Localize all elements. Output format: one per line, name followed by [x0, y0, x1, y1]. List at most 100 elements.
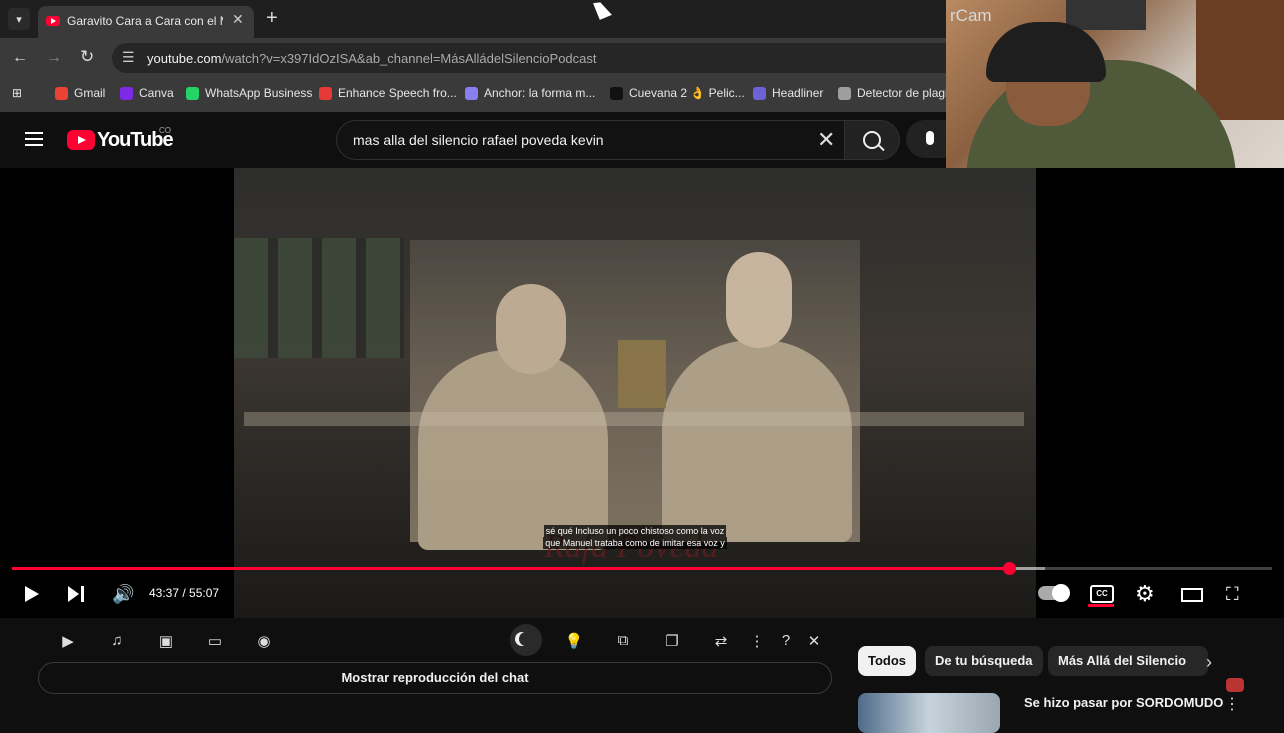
tab-close-icon[interactable]: ✕	[232, 11, 244, 28]
recommendation-title[interactable]: Se hizo pasar por SORDOMUDO	[1024, 695, 1223, 710]
bookmark-3[interactable]: Enhance Speech fro...	[319, 86, 457, 100]
search-query: mas alla del silencio rafael poveda kevi…	[353, 132, 604, 148]
bookmark-label: Headliner	[772, 86, 824, 100]
webcam-label: rCam	[950, 6, 992, 25]
bookmark-label: Gmail	[74, 86, 106, 100]
new-tab-button[interactable]: +	[266, 7, 278, 30]
bookmark-label: Canva	[139, 86, 174, 100]
search-icon	[863, 131, 881, 149]
music-icon[interactable]: ♫	[106, 632, 128, 649]
bookmark-label: Enhance Speech fro...	[338, 86, 457, 100]
chip-mas-alla-del-silencio[interactable]: Más Allá del Silencio	[1048, 646, 1208, 676]
next-video-icon[interactable]	[68, 586, 84, 602]
volume-icon[interactable]: 🔊	[112, 584, 134, 605]
search-button[interactable]	[844, 120, 900, 160]
time-display: 43:37 / 55:07	[149, 586, 220, 600]
bookmark-4[interactable]: Anchor: la forma m...	[465, 86, 595, 100]
bookmark-favicon-icon	[465, 86, 478, 100]
site-info-icon[interactable]: ☰	[122, 49, 135, 66]
play-icon[interactable]	[25, 586, 39, 602]
video-person-left-head	[496, 284, 566, 374]
captions-icon[interactable]: ▭	[204, 632, 226, 650]
video-person-right-head	[726, 252, 792, 348]
bookmarks-bar: ⊞ Gmail Canva WhatsApp Business Enhance Spe…	[0, 78, 948, 112]
chat-replay-button[interactable]: Mostrar reproducción del chat	[38, 662, 832, 694]
bookmark-favicon-icon	[838, 86, 851, 100]
settings-gear-icon[interactable]: ⚙	[1135, 581, 1155, 607]
recommendation-thumbnail[interactable]	[858, 693, 1000, 733]
url-text[interactable]: youtube.com/watch?v=x397IdOzISA&ab_chann…	[147, 51, 597, 66]
bookmark-0[interactable]: Gmail	[55, 86, 105, 100]
image-icon[interactable]: ▣	[155, 632, 177, 650]
hamburger-menu-icon[interactable]	[25, 132, 43, 146]
caption-line-1: sé qué Incluso un poco chistoso como la …	[543, 525, 727, 537]
microphone-icon	[926, 131, 934, 145]
fullscreen-icon[interactable]: ⛶	[1226, 584, 1246, 604]
loop-icon[interactable]: ⇄	[710, 632, 732, 650]
progress-bar[interactable]	[12, 562, 1272, 575]
screenshot-icon[interactable]: ◉	[253, 632, 275, 650]
voice-search-button[interactable]	[906, 120, 946, 158]
more-icon[interactable]: ⋮	[746, 632, 768, 650]
bookmark-label: Detector de plagi	[857, 86, 948, 100]
webcam-background-shelf	[1196, 0, 1284, 120]
bookmark-favicon-icon	[120, 86, 133, 100]
bookmark-6[interactable]: Headliner	[753, 86, 823, 100]
tab-search-button[interactable]: ▾	[8, 8, 30, 30]
video-inset-scene	[410, 240, 860, 550]
chat-replay-label: Mostrar reproducción del chat	[341, 670, 529, 685]
url-path: /watch?v=x397IdOzISA&ab_channel=MásAllád…	[221, 51, 597, 66]
tab-title: Garavito Cara a Cara con el Mo	[67, 14, 223, 28]
bulb-icon[interactable]: 💡	[563, 632, 585, 650]
bookmark-label: WhatsApp Business	[205, 86, 313, 100]
video-person-left	[418, 350, 608, 550]
webcam-person-cap	[986, 22, 1106, 82]
apps-grid-icon[interactable]: ⊞	[12, 86, 22, 100]
chips-next-chevron-icon[interactable]: ›	[1206, 652, 1212, 673]
bookmark-2[interactable]: WhatsApp Business	[186, 86, 312, 100]
pip-icon[interactable]: ⧉	[612, 632, 634, 649]
autoplay-toggle[interactable]	[1038, 584, 1070, 602]
youtube-favicon-icon	[46, 16, 60, 26]
back-arrow-icon[interactable]: ←	[12, 49, 28, 67]
bookmark-label: Anchor: la forma m...	[484, 86, 596, 100]
browser-toolbar: ← → ↻ ☰ youtube.com/watch?v=x397IdOzISA&…	[0, 38, 948, 78]
bookmark-5[interactable]: Cuevana 2 👌 Pelic...	[610, 86, 745, 100]
forward-arrow-icon[interactable]: →	[46, 49, 62, 67]
video-bookshelf	[234, 238, 404, 358]
bookmark-favicon-icon	[186, 86, 199, 100]
address-bar[interactable]: ☰ youtube.com/watch?v=x397IdOzISA&ab_cha…	[112, 43, 948, 73]
camera-icon[interactable]: ▶	[57, 632, 79, 650]
help-icon[interactable]: ?	[775, 632, 797, 649]
video-frame[interactable]: Rafa Poveda	[234, 168, 1036, 618]
bookmark-favicon-icon	[610, 86, 623, 100]
webcam-background-window	[1066, 0, 1146, 30]
chip-todos[interactable]: Todos	[858, 646, 917, 676]
video-book	[618, 340, 666, 408]
bookmark-7[interactable]: Detector de plagi	[838, 86, 948, 100]
notification-badge-icon[interactable]	[1226, 678, 1244, 692]
video-table	[244, 412, 1024, 426]
theater-mode-icon[interactable]	[1181, 588, 1203, 602]
video-player[interactable]: Rafa Poveda sé qué Incluso un poco chist…	[0, 168, 1284, 618]
bookmark-1[interactable]: Canva	[120, 86, 174, 100]
recommendation-more-icon[interactable]: ⋮	[1224, 694, 1240, 714]
youtube-logo-icon[interactable]	[67, 130, 95, 150]
subtitles-active-indicator	[1088, 604, 1114, 607]
close-icon[interactable]: ✕	[803, 632, 825, 650]
video-caption: sé qué Incluso un poco chistoso como la …	[500, 525, 770, 549]
search-input[interactable]: mas alla del silencio rafael poveda kevi…	[336, 120, 846, 160]
url-host: youtube.com	[147, 51, 222, 66]
dark-mode-moon-icon[interactable]	[510, 624, 542, 656]
bookmark-favicon-icon	[319, 86, 332, 100]
video-person-right	[662, 340, 852, 542]
reload-icon[interactable]: ↻	[80, 47, 94, 67]
browser-tab-active[interactable]: Garavito Cara a Cara con el Mo ✕	[38, 6, 254, 38]
progress-played	[12, 567, 1010, 570]
chip-de-tu-busqueda[interactable]: De tu búsqueda	[925, 646, 1043, 676]
browser-tab-strip: ▾ Garavito Cara a Cara con el Mo ✕ +	[0, 0, 948, 38]
copy-icon[interactable]: ❐	[661, 632, 683, 650]
bookmark-favicon-icon	[55, 86, 68, 100]
subtitles-icon[interactable]: CC	[1090, 585, 1114, 603]
clear-search-icon[interactable]: ✕	[817, 127, 835, 153]
